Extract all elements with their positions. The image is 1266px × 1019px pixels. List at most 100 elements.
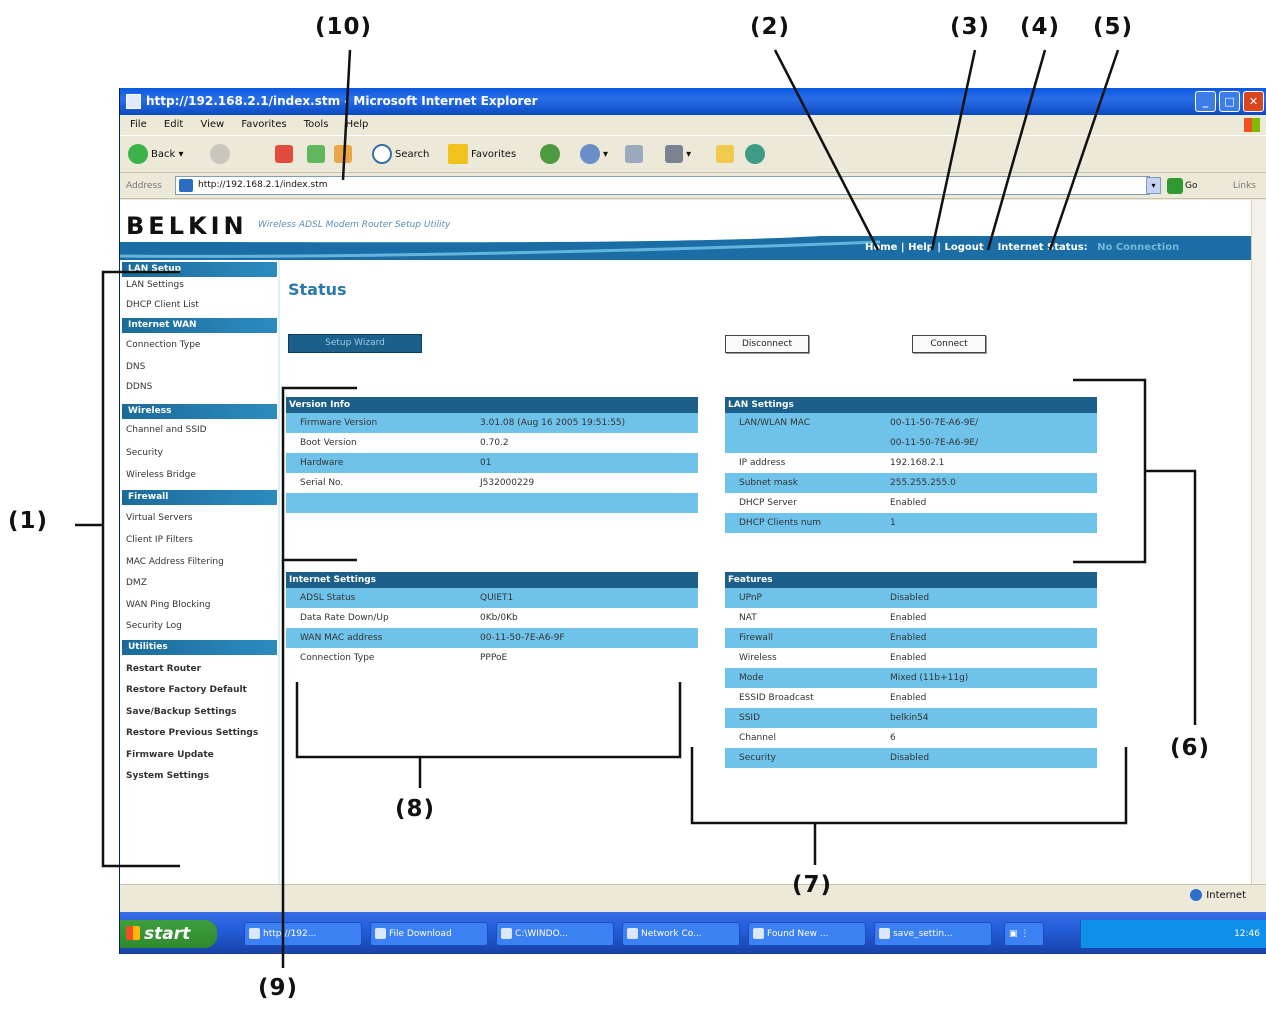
nav-dmz[interactable]: DMZ — [126, 578, 147, 588]
nav-firmware-update[interactable]: Firmware Update — [126, 750, 214, 760]
window-title: http://192.168.2.1/index.stm - Microsoft… — [146, 94, 538, 108]
task-button[interactable]: Network Co... — [622, 922, 740, 946]
task-button[interactable]: C:\WINDO... — [496, 922, 614, 946]
maximize-button[interactable]: □ — [1219, 91, 1240, 112]
callout-3: (3) — [950, 14, 991, 40]
table-row: Serial No. J532000229 — [300, 478, 535, 488]
task-button[interactable]: Found New ... — [748, 922, 866, 946]
callout-1: (1) — [8, 508, 49, 534]
go-button[interactable]: Go — [1167, 177, 1197, 195]
setup-wizard-button[interactable]: Setup Wizard — [288, 334, 422, 353]
windows-logo-icon — [126, 926, 140, 940]
messenger-icon — [745, 144, 765, 164]
history-button[interactable] — [540, 144, 563, 166]
refresh-button[interactable] — [307, 144, 325, 166]
refresh-icon — [307, 145, 325, 163]
print-icon — [625, 145, 643, 163]
callout-2: (2) — [750, 14, 791, 40]
table-row — [286, 493, 698, 513]
figure: http://192.168.2.1/index.stm - Microsoft… — [0, 0, 1266, 1019]
features-title: Features — [725, 572, 1097, 588]
nav-security[interactable]: Security — [126, 448, 163, 458]
nav-client-ip-filters[interactable]: Client IP Filters — [126, 535, 193, 545]
menu-edit[interactable]: Edit — [164, 119, 183, 130]
task-button[interactable]: File Download — [370, 922, 488, 946]
table-row: 00-11-50-7E-A6-9E/ — [725, 433, 1097, 453]
close-button[interactable]: ✕ — [1243, 91, 1264, 112]
folder-button[interactable] — [716, 144, 734, 166]
print-button[interactable] — [625, 144, 643, 166]
messenger-button[interactable] — [745, 144, 768, 166]
download-icon — [375, 928, 386, 939]
address-bar: Address http://192.168.2.1/index.stm ▾ G… — [120, 173, 1266, 199]
nav-channel-ssid[interactable]: Channel and SSID — [126, 425, 207, 435]
stop-button[interactable] — [275, 144, 293, 166]
task-button[interactable]: save_settin... — [874, 922, 992, 946]
menu-file[interactable]: File — [130, 119, 147, 130]
back-button[interactable]: Back ▾ — [128, 144, 183, 166]
task-group-button[interactable]: ▣ ⋮ — [1004, 922, 1044, 946]
menu-help[interactable]: Help — [346, 119, 369, 130]
task-button[interactable]: http://192... — [244, 922, 362, 946]
table-row: Channel 6 — [739, 733, 896, 743]
status-bar: Internet — [120, 884, 1266, 906]
internet-status-label: Internet Status: — [997, 242, 1088, 253]
start-button[interactable]: start — [120, 920, 217, 948]
nav-restart-router[interactable]: Restart Router — [126, 664, 201, 674]
nav-wireless-bridge[interactable]: Wireless Bridge — [126, 470, 196, 480]
search-button[interactable]: Search — [372, 144, 429, 166]
callout-6: (6) — [1170, 735, 1211, 761]
links-label[interactable]: Links — [1233, 173, 1256, 199]
home-button[interactable] — [334, 144, 352, 166]
table-row: ESSID Broadcast Enabled — [739, 693, 927, 703]
globe-icon — [1190, 889, 1203, 901]
taskbar: start http://192... File Download C:\WIN… — [120, 912, 1266, 954]
nav-wan-ping-blocking[interactable]: WAN Ping Blocking — [126, 600, 210, 610]
mail-icon — [580, 144, 600, 164]
help-link[interactable]: Help — [908, 242, 934, 253]
wizard-icon — [753, 928, 764, 939]
menu-tools[interactable]: Tools — [304, 119, 329, 130]
edit-button[interactable]: ▾ — [665, 144, 691, 166]
table-row: IP address 192.168.2.1 — [739, 458, 945, 468]
nav-dns[interactable]: DNS — [126, 362, 145, 372]
forward-button[interactable] — [210, 144, 233, 166]
connect-button[interactable]: Connect — [912, 335, 986, 353]
go-arrow-icon — [1167, 177, 1183, 194]
nav-system-settings[interactable]: System Settings — [126, 771, 209, 781]
nav-lan-settings[interactable]: LAN Settings — [126, 280, 184, 290]
vertical-scrollbar[interactable] — [1251, 200, 1266, 884]
address-label: Address — [126, 181, 162, 191]
page-title: Status — [288, 280, 347, 299]
table-row: Connection Type PPPoE — [300, 653, 508, 663]
nav-dhcp-client-list[interactable]: DHCP Client List — [126, 300, 199, 310]
table-row: Mode Mixed (11b+11g) — [725, 668, 1097, 688]
nav-connection-type[interactable]: Connection Type — [126, 340, 200, 350]
logout-link[interactable]: Logout — [944, 242, 983, 253]
nav-save-backup-settings[interactable]: Save/Backup Settings — [126, 707, 237, 717]
home-link[interactable]: Home — [865, 242, 897, 253]
nav-security-log[interactable]: Security Log — [126, 621, 182, 631]
table-row: Subnet mask 255.255.255.0 — [725, 473, 1097, 493]
title-bar: http://192.168.2.1/index.stm - Microsoft… — [120, 88, 1266, 115]
version-info-title: Version Info — [286, 397, 698, 413]
nav-virtual-servers[interactable]: Virtual Servers — [126, 513, 192, 523]
address-input[interactable]: http://192.168.2.1/index.stm — [175, 176, 1150, 195]
disconnect-button[interactable]: Disconnect — [725, 335, 809, 353]
mail-button[interactable]: ▾ — [580, 144, 608, 166]
address-dropdown[interactable]: ▾ — [1146, 177, 1161, 194]
features-panel: Features UPnP Disabled NAT Enabled Firewal… — [725, 572, 1097, 768]
nav-ddns[interactable]: DDNS — [126, 382, 152, 392]
nav-restore-factory-default[interactable]: Restore Factory Default — [126, 685, 247, 695]
table-row: Firmware Version 3.01.08 (Aug 16 2005 19:… — [286, 413, 698, 433]
nav-head-lan-setup: LAN Setup — [122, 262, 277, 277]
table-row: UPnP Disabled — [725, 588, 1097, 608]
menu-view[interactable]: View — [200, 119, 224, 130]
favorites-button[interactable]: Favorites — [448, 144, 516, 166]
minimize-button[interactable]: _ — [1195, 91, 1216, 112]
nav-restore-previous-settings[interactable]: Restore Previous Settings — [126, 728, 258, 738]
table-row: Wireless Enabled — [739, 653, 927, 663]
nav-head-wireless: Wireless — [122, 404, 277, 419]
nav-mac-address-filtering[interactable]: MAC Address Filtering — [126, 557, 224, 567]
menu-favorites[interactable]: Favorites — [241, 119, 286, 130]
